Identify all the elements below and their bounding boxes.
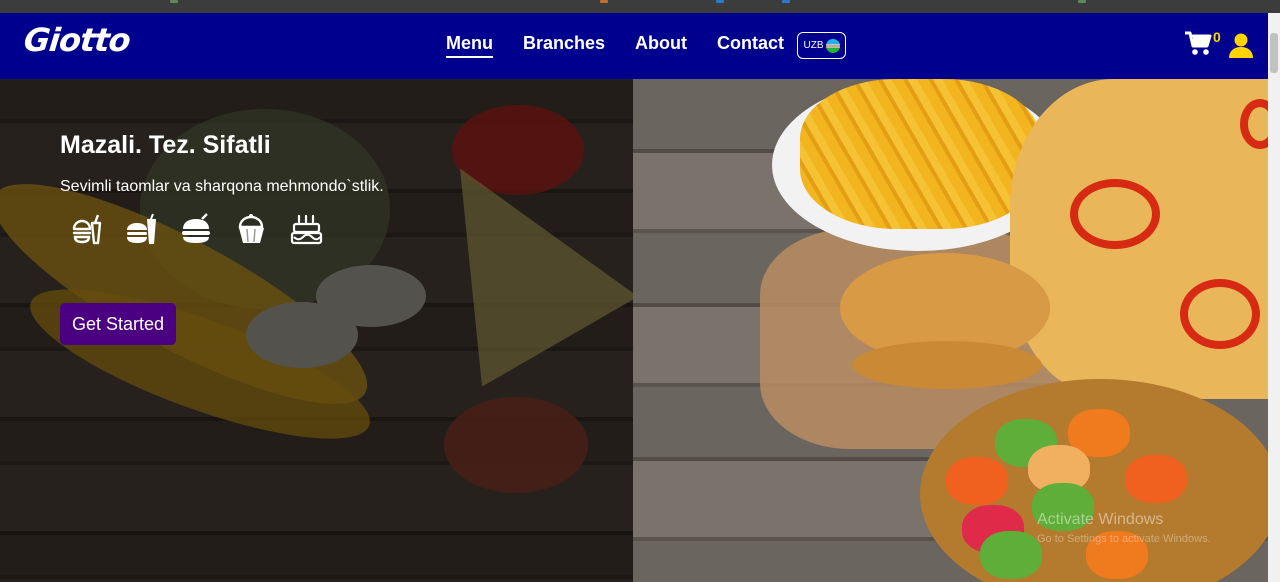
nav-link-branches[interactable]: Branches	[523, 33, 605, 58]
page-scrollbar[interactable]	[1268, 13, 1280, 582]
language-switcher[interactable]: UZB	[797, 32, 846, 59]
cupcake-icon	[238, 214, 264, 243]
scrollbar-thumb[interactable]	[1270, 33, 1278, 73]
activate-windows-subtext: Go to Settings to activate Windows.	[1037, 533, 1211, 545]
nav-link-about[interactable]: About	[635, 33, 687, 58]
cart-icon	[1185, 31, 1212, 55]
food-icon-row	[70, 213, 323, 246]
get-started-button[interactable]: Get Started	[60, 303, 176, 345]
hero-title: Mazali. Tez. Sifatli	[60, 131, 271, 159]
cart-button[interactable]	[1184, 31, 1212, 62]
user-account-button[interactable]	[1228, 32, 1254, 63]
nav-link-menu[interactable]: Menu	[446, 33, 493, 58]
nav-links: Menu Branches About Contact	[446, 33, 784, 58]
navbar: Giotto Menu Branches About Contact UZB 0	[0, 13, 1268, 79]
activate-windows-watermark: Activate Windows	[1037, 511, 1164, 528]
brand-logo[interactable]: Giotto	[22, 21, 132, 59]
french-fries-image	[800, 79, 1040, 229]
burger-drink-icon	[127, 213, 156, 244]
hero-subtitle: Sevimli taomlar va sharqona mehmondo`stl…	[60, 178, 384, 195]
user-icon	[1229, 33, 1253, 58]
birthday-cake-icon	[290, 214, 323, 245]
burger-icon	[182, 213, 210, 243]
pizza-image	[1010, 79, 1268, 399]
fastfood-combo-icon	[72, 214, 102, 245]
hero-section: Mazali. Tez. Sifatli Sevimli taomlar va …	[0, 79, 1268, 582]
uzbekistan-flag-icon	[825, 38, 840, 53]
browser-chrome-strip	[0, 0, 1280, 13]
language-label: UZB	[803, 40, 824, 51]
cart-count-badge: 0	[1213, 29, 1221, 45]
burger-bottom-image	[852, 341, 1042, 389]
nav-link-contact[interactable]: Contact	[717, 33, 784, 58]
